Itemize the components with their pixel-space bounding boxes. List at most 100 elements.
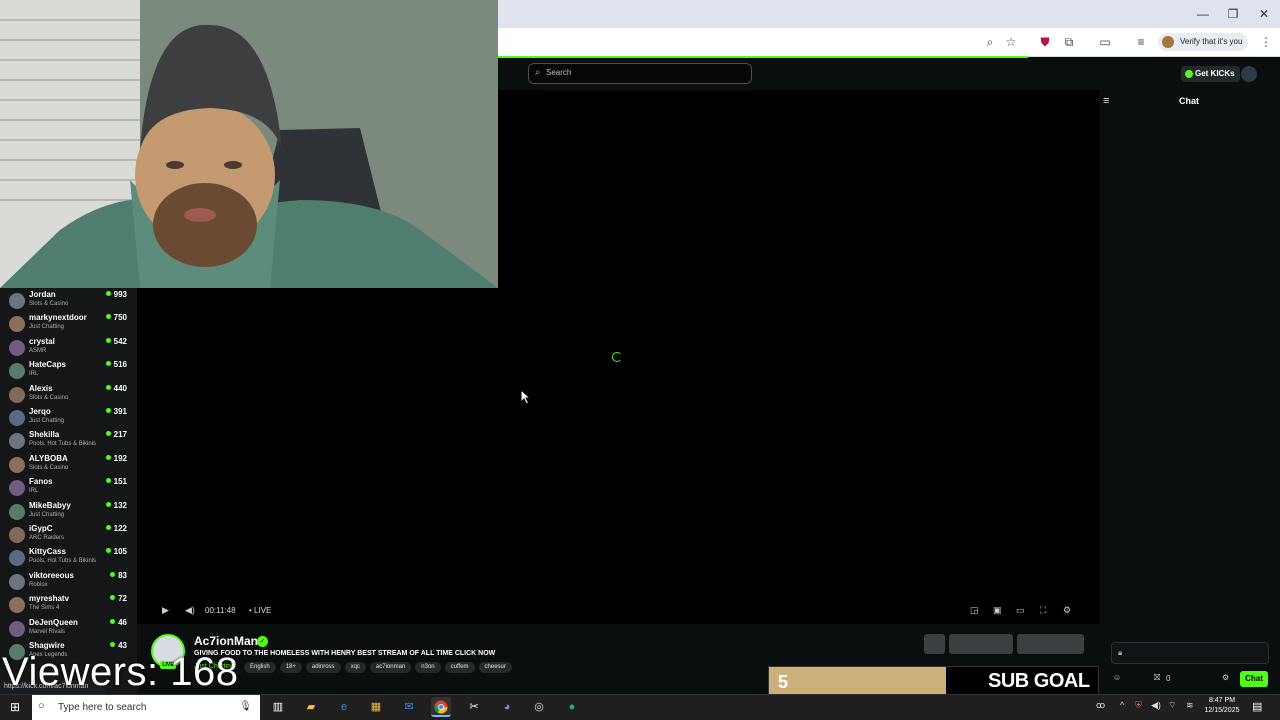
channel-name: crystal bbox=[29, 336, 55, 346]
sidebar-channel-item[interactable]: KittyCass Pools, Hot Tubs & Bikinis 105 bbox=[0, 547, 137, 570]
channel-avatar bbox=[9, 620, 25, 637]
clip-icon[interactable]: ▣ bbox=[993, 605, 1002, 616]
kicks-gift-icon[interactable]: ⛝ bbox=[1154, 673, 1160, 683]
taskbar-search-box[interactable]: ○ Type here to search 🎙︎ bbox=[32, 695, 260, 720]
stream-tag[interactable]: n3on bbox=[415, 662, 441, 673]
channel-viewers: 43 bbox=[110, 641, 127, 650]
volume-icon[interactable]: ◀) bbox=[185, 605, 195, 616]
stream-tag[interactable]: adinross bbox=[305, 662, 341, 673]
screen: — ❐ ✕ ⌕ ☆ ⛊ ⧉ ▭ ≡ Verify that it's you ⋮… bbox=[0, 0, 1280, 720]
follow-button[interactable] bbox=[949, 634, 1013, 654]
emote-icon[interactable]: ☺ bbox=[1113, 673, 1121, 682]
store-icon[interactable]: ▦ bbox=[366, 697, 386, 717]
collapse-chat-icon[interactable]: ≡ bbox=[1103, 95, 1109, 107]
channel-viewer-count: 217 bbox=[113, 430, 127, 440]
spotify-icon[interactable]: ● bbox=[562, 697, 582, 717]
obs-icon[interactable]: ◎ bbox=[529, 697, 549, 717]
clock-date: 12/15/2025 bbox=[1204, 707, 1240, 714]
sidebar-channel-item[interactable]: crystal ASMR 542 bbox=[0, 337, 137, 360]
sidebar-channel-item[interactable]: DeJenQueen Marvel Rivals 46 bbox=[0, 618, 137, 641]
stream-tag[interactable]: 18+ bbox=[279, 662, 302, 673]
browser-menu-icon[interactable]: ⋮ bbox=[1258, 34, 1274, 50]
stream-tag[interactable]: ac7ionman bbox=[369, 662, 412, 673]
channel-viewer-count: 83 bbox=[118, 570, 127, 580]
channel-name: Jerqo bbox=[29, 407, 51, 416]
stream-tag[interactable]: xqc bbox=[344, 662, 366, 673]
user-avatar[interactable] bbox=[1241, 66, 1257, 82]
sidebar-channel-item[interactable]: Alexis Slots & Casino 440 bbox=[0, 384, 137, 407]
bookmark-star-icon[interactable]: ☆ bbox=[1003, 34, 1019, 50]
fullscreen-icon[interactable]: ⛶ bbox=[1040, 605, 1046, 616]
settings-gear-icon[interactable]: ⚙ bbox=[1063, 605, 1071, 616]
taskbar-clock[interactable]: 8:47 PM 12/15/2025 bbox=[1204, 696, 1240, 716]
file-explorer-icon[interactable]: ▰ bbox=[301, 697, 321, 717]
notification-center-icon[interactable]: ▤ bbox=[1252, 700, 1262, 713]
chrome-logo bbox=[434, 700, 448, 714]
lock-icon: 🔒︎ bbox=[1118, 648, 1123, 657]
sidebar-channel-item[interactable]: iGypC ARC Raiders 122 bbox=[0, 524, 137, 547]
channel-name: viktoreeous bbox=[29, 570, 74, 580]
close-icon[interactable]: ✕ bbox=[1249, 4, 1279, 24]
pen-icon[interactable]: ꝏ bbox=[1096, 700, 1105, 711]
clock-time: 8:47 PM bbox=[1208, 697, 1236, 704]
microphone-icon[interactable]: 🎙︎ bbox=[239, 701, 252, 712]
chat-title: Chat bbox=[1179, 96, 1199, 106]
zoom-icon[interactable]: ⌕ bbox=[982, 34, 998, 50]
channel-avatar bbox=[9, 503, 25, 520]
channel-viewers: 217 bbox=[105, 430, 127, 440]
sidebar-channel-item[interactable]: MikeBabyy Just Chatting 132 bbox=[0, 501, 137, 524]
sidebar-channel-item[interactable]: Fanos IRL 151 bbox=[0, 477, 137, 500]
sidebar-channel-item[interactable]: markynextdoor Just Chatting 750 bbox=[0, 313, 137, 336]
live-dot-icon bbox=[105, 337, 111, 343]
profile-verify-button[interactable]: Verify that it's you bbox=[1158, 33, 1249, 51]
channel-category: IRL bbox=[29, 371, 39, 378]
stream-tag[interactable]: English bbox=[244, 662, 276, 673]
minimize-icon[interactable]: — bbox=[1188, 4, 1218, 24]
viewers-count-overlay: Viewers: 168 bbox=[2, 650, 239, 694]
windows-start-icon[interactable]: ⊞ bbox=[10, 700, 20, 714]
streamer-name[interactable]: Ac7ionMan bbox=[194, 634, 258, 648]
gift-button[interactable] bbox=[924, 634, 945, 654]
ublock-extension-icon[interactable]: ⛊ bbox=[1037, 34, 1053, 50]
antivirus-icon[interactable]: ⛨ bbox=[1135, 700, 1142, 711]
sidebar-channel-item[interactable]: myreshatv The Sims 4 72 bbox=[0, 594, 137, 617]
channel-name: markynextdoor bbox=[29, 313, 87, 323]
chat-settings-icon[interactable]: ⚙ bbox=[1222, 673, 1229, 682]
snipping-tool-icon[interactable]: ✂ bbox=[464, 697, 484, 717]
sidebar-channel-item[interactable]: ALYBOBA Slots & Casino 192 bbox=[0, 454, 137, 477]
task-view-icon[interactable]: ▥ bbox=[268, 697, 288, 717]
mini-player-icon[interactable]: ◲ bbox=[970, 605, 979, 616]
play-icon[interactable]: ▶ bbox=[162, 605, 169, 616]
mail-icon[interactable]: ✉ bbox=[399, 697, 419, 717]
sidebar-channel-item[interactable]: Shekilla Pools, Hot Tubs & Bikinis 217 bbox=[0, 430, 137, 453]
channel-viewers: 83 bbox=[110, 571, 127, 580]
stream-tag[interactable]: cuffem bbox=[444, 662, 475, 673]
stream-tag[interactable]: cheesur bbox=[478, 662, 512, 673]
media-control-icon[interactable]: ≡ bbox=[1133, 34, 1149, 50]
channel-viewer-count: 542 bbox=[113, 336, 127, 346]
live-dot-icon bbox=[105, 454, 111, 460]
restore-icon[interactable]: ❐ bbox=[1218, 4, 1248, 24]
chrome-icon[interactable] bbox=[431, 697, 451, 717]
subscribe-button[interactable] bbox=[1017, 634, 1084, 654]
channel-category: Pools, Hot Tubs & Bikinis bbox=[29, 441, 97, 448]
wifi-icon[interactable]: ≋ bbox=[1186, 700, 1194, 711]
network-icon[interactable]: ⌔ bbox=[1168, 700, 1176, 711]
live-dot-icon bbox=[105, 431, 111, 437]
chat-message-input[interactable]: 🔒︎ bbox=[1111, 642, 1269, 664]
channel-name: KittyCass bbox=[29, 547, 66, 557]
edge-icon[interactable]: e bbox=[334, 697, 354, 717]
chat-send-button[interactable]: Chat bbox=[1240, 671, 1268, 687]
volume-tray-icon[interactable]: ◀) bbox=[1151, 700, 1161, 711]
theater-mode-icon[interactable]: ▭ bbox=[1016, 605, 1025, 616]
cast-icon[interactable]: ▭ bbox=[1097, 34, 1113, 50]
sidebar-channel-item[interactable]: Jordan Slots & Casino 993 bbox=[0, 290, 137, 313]
get-kicks-button[interactable]: Get KICKs bbox=[1181, 66, 1240, 82]
show-hidden-icons-chevron-icon[interactable]: ^ bbox=[1120, 700, 1124, 710]
sidebar-channel-item[interactable]: Jerqo Just Chatting 391 bbox=[0, 407, 137, 430]
search-input[interactable]: ⌕ Search bbox=[528, 63, 752, 84]
discord-icon[interactable]: ◕ bbox=[497, 697, 517, 717]
extensions-icon[interactable]: ⧉ bbox=[1061, 34, 1077, 50]
sidebar-channel-item[interactable]: viktoreeous Roblox 83 bbox=[0, 571, 137, 594]
sidebar-channel-item[interactable]: HateCaps IRL 516 bbox=[0, 360, 137, 383]
